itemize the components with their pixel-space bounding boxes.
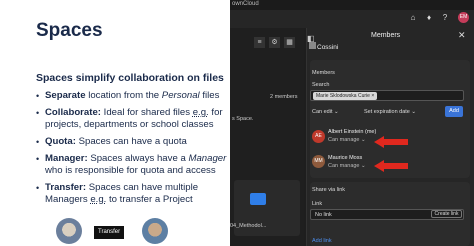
member-avatar: MM <box>312 155 325 168</box>
chevron-down-icon: ⌄ <box>361 163 366 169</box>
red-arrow-icon <box>374 136 408 148</box>
space-icon <box>309 42 316 49</box>
link-value: No link <box>315 212 332 218</box>
share-link-title: Share via link <box>312 187 346 193</box>
member-name: Maurice Moss <box>328 155 363 161</box>
member-avatar: AE <box>312 130 325 143</box>
apps-icon[interactable]: ⌂ <box>408 13 418 23</box>
expiration-dropdown[interactable]: Set expiration date ⌄ <box>364 109 416 115</box>
grid-view-icon[interactable]: ▦ <box>284 37 295 48</box>
chevron-down-icon: ⌄ <box>361 137 366 143</box>
add-link-button[interactable]: Add link <box>312 238 332 244</box>
slide-panel: Spaces Spaces simplify collaboration on … <box>0 0 230 246</box>
space-description: s Space. <box>232 116 254 122</box>
transfer-illustration: Transfer <box>56 218 176 246</box>
members-label: Members <box>312 70 335 76</box>
member-name: Albert Einstein (me) <box>328 129 377 135</box>
chevron-down-icon: ⌄ <box>334 109 339 115</box>
space-name: Cossini <box>317 44 339 51</box>
folder-icon <box>250 193 266 205</box>
slide-title: Spaces <box>36 20 103 41</box>
close-icon[interactable]: ✕ <box>458 30 466 41</box>
bullet-manager: Manager: Spaces always have a Manager wh… <box>36 153 228 177</box>
chip-close-icon[interactable]: × <box>371 93 374 99</box>
create-link-button[interactable]: Create link <box>431 210 462 218</box>
permission-dropdown[interactable]: Can edit ⌄ <box>312 109 339 115</box>
bullet-list: Separate location from the Personal file… <box>36 90 228 211</box>
add-member-button[interactable]: Add <box>445 106 463 117</box>
view-options: ≡ ⚙ ▦ <box>248 37 302 49</box>
search-label: Search <box>312 82 330 88</box>
bullet-quota: Quota: Spaces can have a quota <box>36 136 228 148</box>
user-avatar[interactable]: EM <box>458 12 469 23</box>
list-view-icon[interactable]: ≡ <box>254 37 265 48</box>
chevron-down-icon: ⌄ <box>411 109 417 115</box>
transfer-label: Transfer <box>94 226 125 239</box>
slide-subtitle: Spaces simplify collaboration on files <box>36 72 224 84</box>
window-title: ownCloud <box>230 0 474 10</box>
search-chip[interactable]: Marie Sklodowska Curie × <box>313 92 378 100</box>
members-count: 2 members <box>270 94 298 100</box>
person-a-avatar <box>56 218 82 244</box>
file-name[interactable]: 04_Methodol... <box>230 223 266 229</box>
red-arrow-icon <box>374 160 408 172</box>
member-role-dropdown[interactable]: Can manage ⌄ <box>328 137 366 143</box>
help-icon[interactable]: ? <box>440 13 450 23</box>
app-window: ownCloud ⌂ ♦ ? EM ≡ ⚙ ▦ 2 members s Spac… <box>230 0 474 246</box>
app-header <box>230 10 474 28</box>
notifications-icon[interactable]: ♦ <box>424 13 434 23</box>
link-label: Link <box>312 201 323 207</box>
bullet-separate: Separate location from the Personal file… <box>36 90 228 102</box>
bullet-transfer: Transfer: Spaces can have multiple Manag… <box>36 182 228 206</box>
gear-icon[interactable]: ⚙ <box>269 37 280 48</box>
bullet-collaborate: Collaborate: Ideal for shared files e.g.… <box>36 107 228 131</box>
person-b-avatar <box>142 218 168 244</box>
sidebar-title: Members <box>371 32 401 39</box>
member-role-dropdown[interactable]: Can manage ⌄ <box>328 163 366 169</box>
